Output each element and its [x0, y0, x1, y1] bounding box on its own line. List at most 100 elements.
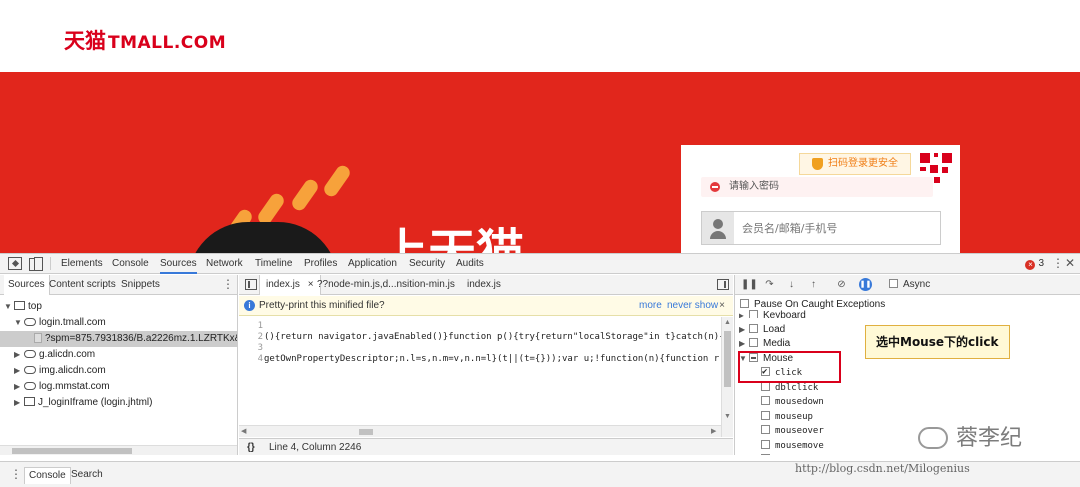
line-number: 1: [257, 321, 263, 331]
tab-elements[interactable]: Elements: [61, 254, 103, 274]
editor-horizontal-scrollbar[interactable]: ◀ ▶: [239, 425, 721, 437]
step-into-icon[interactable]: ↓: [785, 278, 798, 291]
editor-vertical-scrollbar[interactable]: ▲ ▼: [721, 317, 733, 437]
tmall-logo[interactable]: 天猫 TMALL.COM: [64, 25, 226, 55]
toggle-navigator-icon[interactable]: [245, 279, 257, 290]
close-tab-icon[interactable]: ×: [308, 279, 314, 290]
tree-item-g-alicdn[interactable]: ▶ g.alicdn.com: [14, 347, 95, 363]
scroll-up-icon[interactable]: ▲: [724, 319, 731, 326]
banner-slogan: 上天猫: [380, 224, 525, 254]
subtab-content-scripts[interactable]: Content scripts: [49, 275, 116, 295]
collapsed-triangle-icon: ▶: [739, 339, 746, 348]
checkbox-icon: [749, 338, 758, 347]
expanded-triangle-icon: ▼: [4, 302, 12, 311]
code-text: getOwnPropertyDescriptor;n.l=s,n.m=v,n.n…: [264, 354, 733, 364]
scroll-left-icon[interactable]: ◀: [241, 427, 246, 435]
breakpoint-event-mousemove[interactable]: mousemove: [761, 439, 824, 453]
tab-network[interactable]: Network: [206, 254, 243, 274]
mouse-click-highlight-box: [738, 351, 841, 383]
breakpoint-category-load[interactable]: ▶ Load: [739, 323, 785, 337]
breakpoint-category-media[interactable]: ▶ Media: [739, 337, 790, 351]
more-link[interactable]: more: [639, 296, 662, 316]
breakpoint-event-mouseout[interactable]: mouseout: [761, 453, 818, 455]
subtab-sources[interactable]: Sources: [4, 275, 50, 295]
error-counter[interactable]: × 3: [1025, 258, 1044, 270]
pretty-print-infobar: i Pretty-print this minified file? more …: [239, 296, 733, 316]
breakpoint-event-mousedown[interactable]: mousedown: [761, 395, 824, 409]
annotation-callout: 选中Mouse下的click: [865, 325, 1010, 359]
never-show-link[interactable]: never show: [667, 296, 718, 316]
async-checkbox[interactable]: Async: [889, 275, 930, 295]
error-message: 请输入密码: [701, 177, 933, 197]
expanded-triangle-icon: ▼: [14, 318, 22, 327]
pretty-print-button[interactable]: {}: [247, 439, 255, 455]
close-infobar-icon[interactable]: ×: [719, 296, 725, 316]
scroll-down-icon[interactable]: ▼: [724, 413, 731, 420]
drawer-tab-search[interactable]: Search: [71, 467, 103, 484]
tree-item-login-iframe[interactable]: ▶ J_loginIframe (login.jhtml): [14, 395, 153, 411]
event-label: mousemove: [775, 441, 824, 451]
scroll-right-icon[interactable]: ▶: [711, 427, 716, 435]
breakpoint-event-dblclick[interactable]: dblclick: [761, 381, 818, 395]
tree-item-img-alicdn[interactable]: ▶ img.alicdn.com: [14, 363, 106, 379]
logo-en: TMALL.COM: [108, 33, 227, 53]
cat-head-image: [188, 222, 338, 254]
inspect-element-icon[interactable]: [8, 257, 22, 270]
tab-profiles[interactable]: Profiles: [304, 254, 337, 274]
close-devtools-icon[interactable]: ✕: [1065, 256, 1075, 270]
step-out-icon[interactable]: ↑: [807, 278, 820, 291]
banner-stripe: [321, 163, 353, 199]
checkbox-icon: [761, 425, 770, 434]
breakpoint-event-mouseover[interactable]: mouseover: [761, 424, 824, 438]
deactivate-breakpoints-icon[interactable]: ⊘: [835, 278, 848, 291]
breakpoint-category-keyboard[interactable]: ▶ Keyboard: [739, 310, 806, 318]
scrollbar-thumb[interactable]: [12, 448, 132, 454]
navigator-scrollbar[interactable]: [0, 445, 237, 455]
tree-item-selected-file[interactable]: ?spm=875.7931836/B.a2226mz.1.LZRTKx&redi: [0, 331, 238, 347]
line-number: 4: [257, 354, 263, 364]
code-editor[interactable]: 1 2 (){return navigator.javaEnabled()}fun…: [239, 317, 733, 407]
logo-cn: 天猫: [64, 29, 106, 53]
line-number: 3: [257, 343, 263, 353]
breakpoint-event-mouseup[interactable]: mouseup: [761, 410, 813, 424]
drawer-tab-console[interactable]: Console: [24, 467, 71, 484]
tab-audits[interactable]: Audits: [456, 254, 484, 274]
pause-icon[interactable]: ❚❚: [741, 278, 758, 291]
pause-on-caught-label: Pause On Caught Exceptions: [754, 299, 886, 310]
scrollbar-thumb[interactable]: [359, 429, 373, 435]
more-menu-icon[interactable]: [1052, 256, 1064, 270]
scrollbar-thumb[interactable]: [724, 331, 731, 387]
wechat-icon: [918, 427, 948, 449]
tree-item-top[interactable]: ▼ top: [4, 299, 42, 315]
toggle-debugger-icon[interactable]: [717, 279, 729, 290]
step-over-icon[interactable]: ↷: [763, 278, 776, 291]
editor-tab-node-min[interactable]: ??node-min.js,d...nsition-min.js: [317, 275, 455, 295]
devtools-tabbar: Elements Console Sources Network Timelin…: [0, 254, 1080, 274]
tab-console[interactable]: Console: [112, 254, 149, 274]
tab-application[interactable]: Application: [348, 254, 397, 274]
tab-security[interactable]: Security: [409, 254, 445, 274]
device-mode-icon[interactable]: [28, 257, 43, 271]
info-icon: i: [244, 300, 255, 311]
subtab-snippets[interactable]: Snippets: [121, 275, 160, 295]
csdn-url-watermark: http://blog.csdn.net/Milogenius: [795, 462, 970, 475]
category-label: Load: [763, 324, 786, 335]
tree-item-label: img.alicdn.com: [39, 365, 106, 376]
page-header: 天猫 TMALL.COM: [0, 0, 1080, 72]
tab-sources[interactable]: Sources: [160, 254, 197, 274]
tree-item-label: ?spm=875.7931836/B.a2226mz.1.LZRTKx&redi: [45, 333, 238, 344]
tab-timeline[interactable]: Timeline: [255, 254, 292, 274]
drawer-menu-icon[interactable]: ⋮: [10, 467, 22, 481]
editor-tab-index-js-2[interactable]: index.js: [467, 275, 501, 295]
navigator-menu-icon[interactable]: [222, 277, 234, 291]
tree-item-label: log.mmstat.com: [39, 381, 110, 392]
tree-item-log-mmstat[interactable]: ▶ log.mmstat.com: [14, 379, 110, 395]
qr-login-tip[interactable]: 扫码登录更安全: [799, 153, 911, 175]
frame-icon: [24, 397, 35, 406]
pause-on-exceptions-icon[interactable]: ❚❚: [859, 278, 872, 291]
debugger-pane: ❚❚ ↷ ↓ ↑ ⊘ ❚❚ Async Pause On Caught Exce…: [734, 275, 1080, 455]
banner-stripe: [289, 177, 321, 213]
username-input[interactable]: [736, 212, 936, 244]
editor-tab-index-js[interactable]: index.js ×: [259, 275, 321, 295]
tree-item-login-tmall[interactable]: ▼ login.tmall.com: [14, 315, 106, 331]
